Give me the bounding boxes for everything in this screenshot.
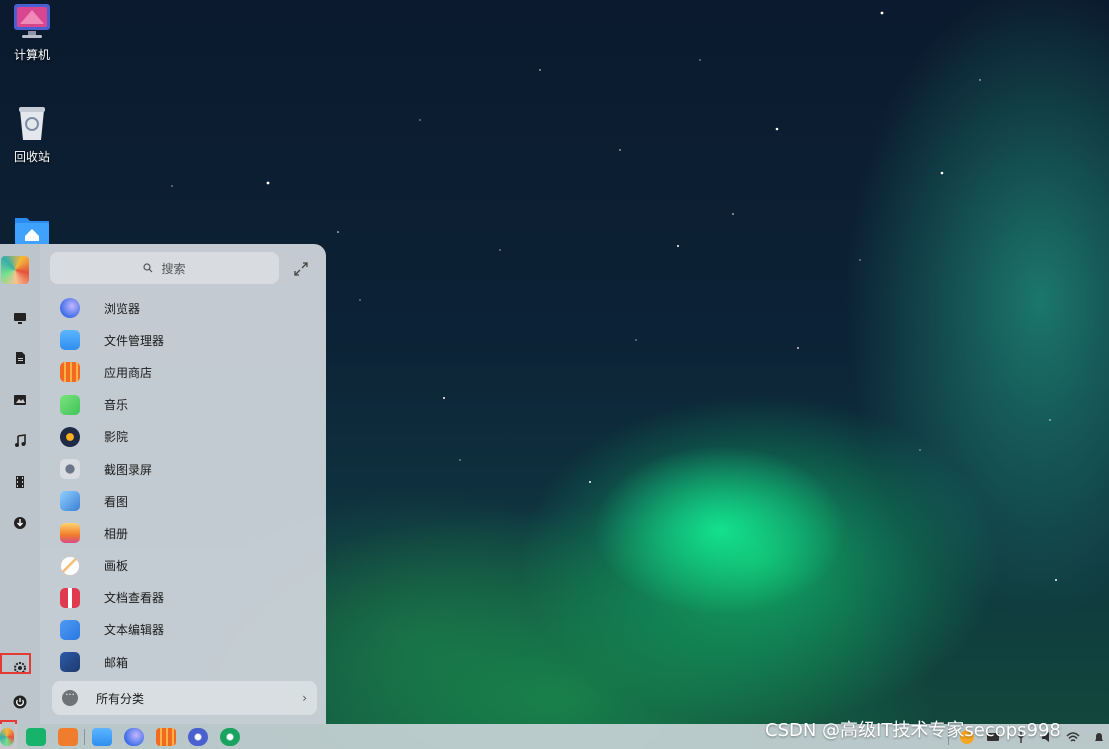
screenshot-icon	[60, 459, 80, 480]
list-item[interactable]: 画板	[50, 550, 320, 582]
app-label: 影院	[104, 430, 129, 445]
video-icon	[60, 426, 80, 447]
list-item[interactable]: 浏览器	[50, 292, 320, 324]
app-list: 浏览器 文件管理器 应用商店 音乐 影院 截图录屏 看图 相册 画板 文档查看器…	[50, 292, 320, 678]
picture-icon	[14, 395, 26, 405]
desktop-icon-label: 计算机	[13, 48, 50, 62]
app-label: 截图录屏	[104, 462, 153, 477]
file-manager-icon	[60, 330, 80, 351]
text-editor-icon	[60, 619, 80, 640]
desktop-icon-computer[interactable]: 计算机	[4, 2, 60, 63]
file-manager-icon[interactable]	[92, 728, 112, 746]
sidebar-desktop-button[interactable]	[7, 305, 33, 331]
desktop-icon-label: 回收站	[13, 150, 50, 164]
start-menu: 搜索 浏览器 文件管理器 应用商店 音乐 影院 截图录屏 看图 相册 画板 文档…	[0, 244, 326, 724]
power-icon	[13, 695, 27, 709]
document-icon	[16, 352, 25, 364]
app-label: 文本编辑器	[104, 623, 165, 638]
trash-icon	[12, 104, 52, 144]
sidebar-music-button[interactable]	[7, 428, 33, 454]
watermark: CSDN @高级IT技术专家secops998	[765, 720, 1061, 741]
desktop-icon	[14, 313, 26, 324]
list-item[interactable]: 相册	[50, 517, 320, 549]
fullscreen-icon[interactable]	[292, 260, 310, 278]
wifi-icon[interactable]	[1066, 730, 1080, 744]
music-icon	[15, 434, 26, 447]
download-icon	[14, 517, 26, 529]
list-item[interactable]: 音乐	[50, 389, 320, 421]
app-label: 应用商店	[104, 365, 153, 380]
list-item[interactable]: 文件管理器	[50, 324, 320, 356]
sidebar-downloads-button[interactable]	[7, 510, 33, 536]
list-item[interactable]: 邮箱	[50, 646, 320, 678]
taskbar-divider	[84, 729, 85, 745]
album-icon	[60, 523, 80, 544]
app-label: 看图	[104, 494, 129, 509]
app-label: 浏览器	[104, 301, 141, 316]
list-item[interactable]: 影院	[50, 421, 320, 453]
search-icon	[143, 263, 153, 273]
more-icon: ···	[62, 690, 78, 706]
image-viewer-icon	[60, 491, 80, 512]
app-label: 邮箱	[104, 655, 129, 670]
control-center-icon[interactable]	[188, 728, 208, 746]
sidebar-power-button[interactable]	[7, 689, 33, 715]
draw-icon	[60, 555, 80, 576]
video-icon	[16, 476, 24, 488]
chevron-right-icon: ›	[302, 691, 307, 705]
update-icon[interactable]	[220, 728, 240, 746]
search-input[interactable]: 搜索	[50, 252, 279, 284]
app-label: 文件管理器	[104, 333, 165, 348]
sidebar-documents-button[interactable]	[7, 345, 33, 371]
computer-icon	[12, 2, 52, 42]
search-placeholder: 搜索	[161, 261, 186, 276]
notification-icon[interactable]	[1092, 730, 1106, 744]
avatar[interactable]	[1, 256, 29, 284]
sidebar-pictures-button[interactable]	[7, 387, 33, 413]
list-item[interactable]: 文本编辑器	[50, 614, 320, 646]
list-item[interactable]: 应用商店	[50, 356, 320, 388]
all-categories-label: 所有分类	[96, 691, 145, 706]
list-item[interactable]: 截图录屏	[50, 453, 320, 485]
launcher-icon[interactable]	[0, 728, 14, 746]
list-item[interactable]: 文档查看器	[50, 582, 320, 614]
multitask-icon[interactable]	[26, 728, 46, 746]
document-viewer-icon	[60, 587, 80, 608]
desktop-icon-trash[interactable]: 回收站	[4, 104, 60, 165]
app-label: 音乐	[104, 398, 129, 413]
browser-icon	[60, 298, 80, 319]
sidebar-videos-button[interactable]	[7, 469, 33, 495]
mail-icon	[60, 652, 80, 673]
music-icon	[60, 394, 80, 415]
browser-icon[interactable]	[124, 728, 144, 746]
list-item[interactable]: 看图	[50, 485, 320, 517]
launcher-sidebar	[0, 244, 40, 724]
all-categories-button[interactable]: ··· 所有分类 ›	[52, 681, 317, 715]
workspace-icon[interactable]	[58, 728, 78, 746]
app-store-icon[interactable]	[156, 728, 176, 746]
highlight-box-settings	[0, 653, 31, 674]
app-label: 文档查看器	[104, 591, 165, 606]
app-label: 相册	[104, 526, 129, 541]
app-store-icon	[60, 362, 80, 383]
app-label: 画板	[104, 559, 129, 574]
